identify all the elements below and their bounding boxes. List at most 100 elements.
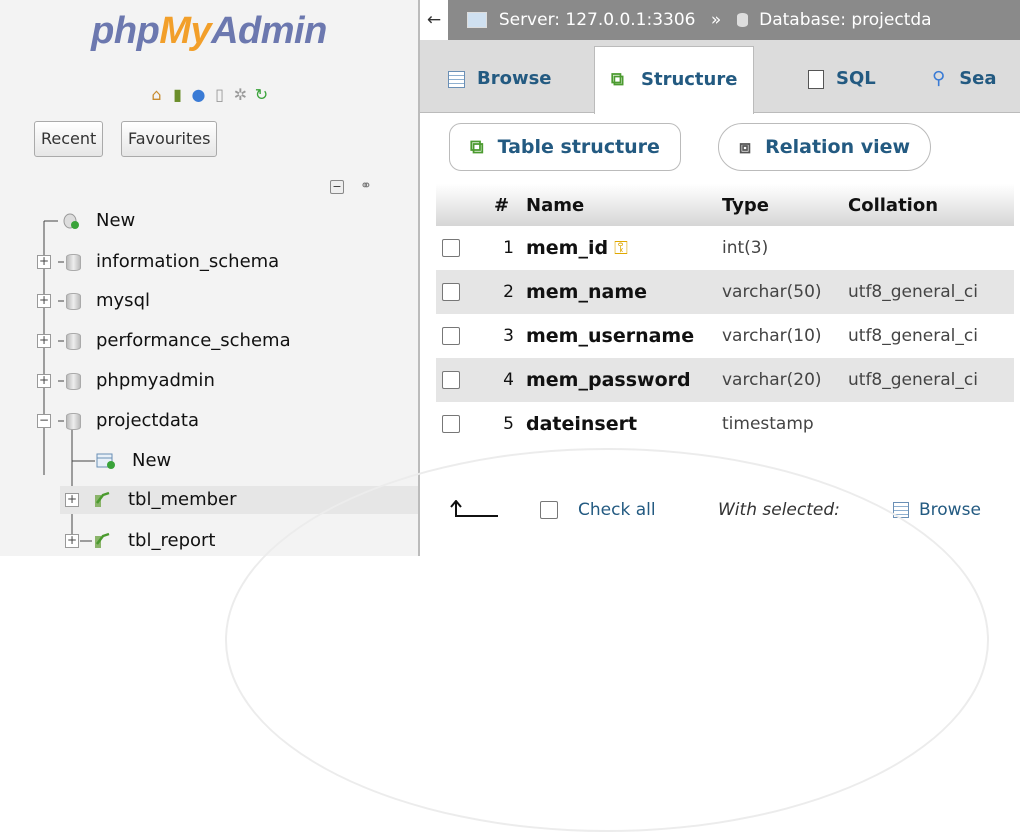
tree-item-new[interactable]: New — [132, 447, 171, 475]
tree-item-mysql[interactable]: mysql — [96, 287, 150, 315]
tree-item-tbl-report[interactable]: tbl_report — [128, 527, 215, 555]
header-collation[interactable]: Collation — [842, 184, 1014, 226]
settings-icon[interactable]: ✲ — [231, 85, 250, 104]
row-checkbox[interactable] — [442, 239, 460, 257]
expand-icon[interactable]: + — [65, 534, 79, 548]
column-name[interactable]: mem_id — [526, 237, 608, 259]
tab-sql-label: SQL — [836, 68, 876, 89]
with-selected-label: With selected: — [718, 500, 840, 520]
tab-sql[interactable]: SQL — [792, 46, 892, 112]
table-structure-label: Table structure — [497, 136, 660, 158]
database-icon — [736, 13, 748, 27]
structure-table: # Name Type Collation 1 mem_id ⚿ int(3) 2 mem… — [436, 184, 1014, 446]
column-type: int(3) — [722, 238, 769, 258]
tab-structure[interactable]: ⧉ Structure — [594, 46, 755, 114]
row-number: 4 — [488, 358, 520, 402]
row-checkbox[interactable] — [442, 371, 460, 389]
logo-php: php — [91, 10, 160, 52]
table-row: 4 mem_password varchar(20) utf8_general_ci — [436, 358, 1014, 402]
collapse-all-icon[interactable]: − — [330, 180, 344, 194]
expand-icon[interactable]: + — [37, 255, 51, 269]
help-icon[interactable]: ● — [189, 85, 208, 104]
row-checkbox[interactable] — [442, 283, 460, 301]
header-num: # — [488, 184, 520, 226]
primary-key-icon: ⚿ — [614, 238, 628, 259]
table-row: 2 mem_name varchar(50) utf8_general_ci — [436, 270, 1014, 314]
row-number: 5 — [503, 414, 514, 434]
navigation-panel: phpMyAdmin ⌂ ▮ ● ▯ ✲ ↻ Recent Favourites − ⚭ … — [0, 0, 420, 556]
row-checkbox[interactable] — [442, 327, 460, 345]
column-type: varchar(50) — [716, 270, 842, 314]
logo-admin: Admin — [211, 10, 327, 52]
structure-icon: ⧉ — [611, 69, 624, 90]
row-number: 1 — [503, 238, 514, 258]
check-all-checkbox[interactable] — [540, 501, 558, 519]
check-all-label[interactable]: Check all — [578, 500, 656, 520]
column-name[interactable]: dateinsert — [526, 413, 637, 435]
table-header-row: # Name Type Collation — [436, 184, 1014, 226]
search-icon: ⚲ — [932, 68, 946, 89]
link-with-main-icon[interactable]: ⚭ — [360, 178, 372, 194]
row-number: 2 — [488, 270, 520, 314]
check-all[interactable]: Check all — [540, 496, 656, 524]
tree-item-tbl-member[interactable]: tbl_member — [60, 486, 418, 514]
quick-icons: ⌂ ▮ ● ▯ ✲ ↻ — [0, 84, 418, 104]
column-collation: utf8_general_ci — [842, 270, 1014, 314]
tree-item-new[interactable]: New — [96, 207, 135, 235]
tree-item-information-schema[interactable]: information_schema — [96, 248, 279, 276]
collapse-icon[interactable]: − — [37, 414, 51, 428]
row-checkbox-cell — [436, 226, 488, 270]
breadcrumb-database[interactable]: Database: projectda — [759, 10, 931, 30]
table-structure-button[interactable]: ⧉ Table structure — [449, 123, 681, 171]
column-collation: utf8_general_ci — [842, 358, 1014, 402]
database-icon — [66, 293, 81, 310]
back-arrow-icon[interactable]: ← — [420, 0, 448, 40]
column-name-cell: mem_password — [520, 358, 716, 402]
tab-browse[interactable]: Browse — [432, 46, 568, 112]
column-name-cell: dateinsert — [520, 402, 716, 446]
column-name[interactable]: mem_username — [526, 325, 694, 347]
recent-button[interactable]: Recent — [34, 121, 104, 157]
tab-structure-label: Structure — [641, 69, 738, 90]
reload-icon[interactable]: ↻ — [252, 85, 271, 104]
expand-icon[interactable]: + — [37, 334, 51, 348]
browse-selected-button[interactable]: Browse — [893, 496, 981, 524]
row-checkbox-cell — [436, 314, 488, 358]
column-name-cell: mem_id ⚿ — [520, 226, 716, 270]
column-collation — [842, 402, 1014, 446]
main-tabs: Browse ⧉ Structure SQL ⚲ Sea — [420, 40, 1020, 114]
tab-search-label: Sea — [959, 68, 997, 89]
tree-item-performance-schema[interactable]: performance_schema — [96, 327, 291, 355]
database-icon — [66, 373, 81, 390]
column-name[interactable]: mem_name — [526, 281, 647, 303]
server-icon — [467, 12, 488, 28]
phpmyadmin-logo[interactable]: phpMyAdmin — [0, 10, 418, 53]
browse-selected-icon — [893, 502, 909, 518]
tree-item-projectdata[interactable]: projectdata — [96, 407, 199, 435]
database-icon — [66, 333, 81, 350]
row-checkbox[interactable] — [442, 415, 460, 433]
relation-view-button[interactable]: ⧈ Relation view — [718, 123, 932, 171]
tab-search[interactable]: ⚲ Sea — [916, 46, 1013, 112]
tab-browse-label: Browse — [477, 68, 552, 89]
new-table-icon — [96, 452, 115, 470]
tree-item-phpmyadmin[interactable]: phpmyadmin — [96, 367, 215, 395]
header-checkbox-col — [436, 184, 488, 226]
column-collation — [842, 226, 1014, 270]
home-icon[interactable]: ⌂ — [147, 85, 166, 104]
docs-icon[interactable]: ▯ — [210, 85, 229, 104]
with-selected-arrow-icon — [450, 500, 498, 517]
expand-icon[interactable]: + — [37, 374, 51, 388]
expand-icon[interactable]: + — [65, 493, 79, 507]
expand-icon[interactable]: + — [37, 294, 51, 308]
column-name-cell: mem_name — [520, 270, 716, 314]
column-type: timestamp — [722, 414, 814, 434]
header-name[interactable]: Name — [520, 184, 716, 226]
favourites-button[interactable]: Favourites — [121, 121, 218, 157]
column-name[interactable]: mem_password — [526, 369, 691, 391]
logout-icon[interactable]: ▮ — [168, 85, 187, 104]
row-checkbox-cell — [436, 402, 488, 446]
header-type[interactable]: Type — [716, 184, 842, 226]
breadcrumb-server[interactable]: Server: 127.0.0.1:3306 — [499, 10, 696, 30]
row-checkbox-cell — [436, 358, 488, 402]
